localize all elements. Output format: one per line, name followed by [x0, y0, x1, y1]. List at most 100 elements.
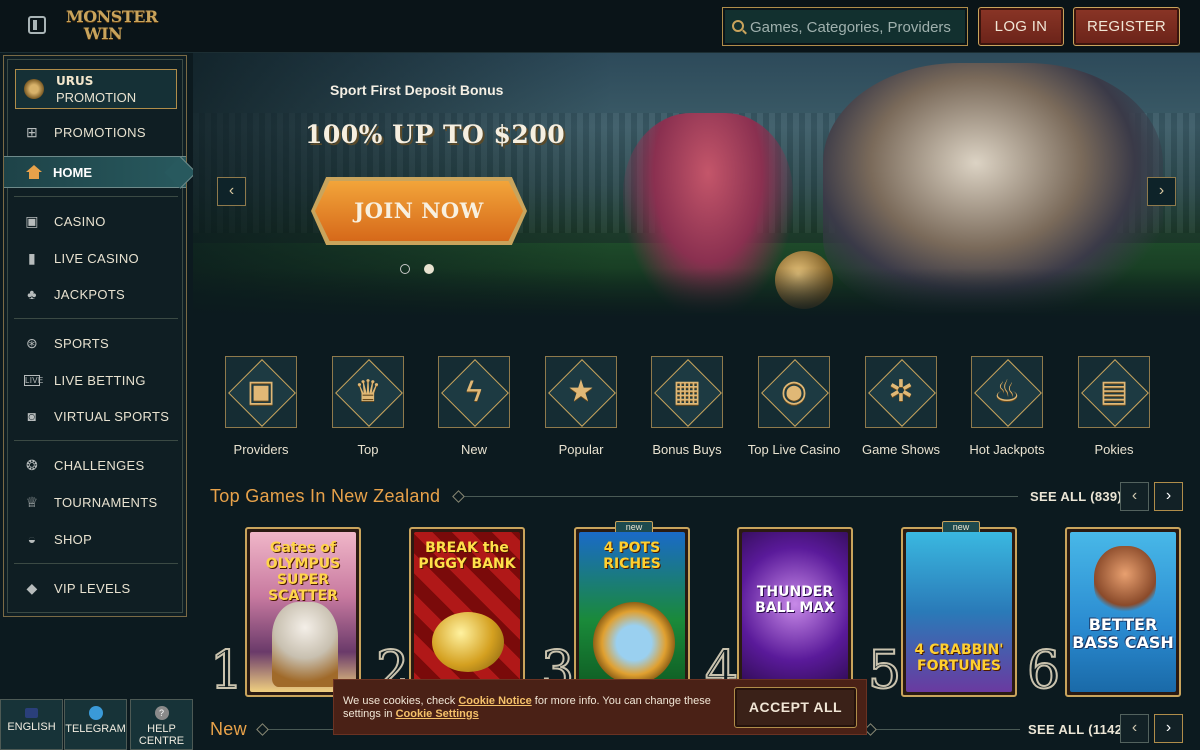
- hero-prev-button[interactable]: ‹: [217, 177, 246, 206]
- hero-subtitle: Sport First Deposit Bonus: [330, 82, 504, 98]
- top-games-title: Top Games In New Zealand: [210, 486, 441, 506]
- game-card-4-pots-riches[interactable]: new 4 POTS RICHES: [574, 521, 690, 697]
- category-hot-jackpots[interactable]: ♨ Hot Jackpots: [969, 356, 1045, 458]
- sidebar: URUS PROMOTION ⊞ PROMOTIONS HOME ▣ CASIN…: [3, 55, 187, 617]
- login-button[interactable]: LOG IN: [978, 7, 1064, 46]
- game-title: BREAK the PIGGY BANK: [418, 540, 516, 572]
- sidebar-divider: [14, 318, 178, 319]
- game-title: Gates of OLYMPUS SUPER SCATTER: [265, 540, 341, 604]
- virtual-icon: ◙: [27, 408, 37, 424]
- language-button[interactable]: ENGLISH: [0, 699, 63, 750]
- telegram-label: TELEGRAM: [65, 723, 126, 735]
- book-icon: ▣: [246, 375, 276, 408]
- category-bonus-buys[interactable]: ▦ Bonus Buys: [651, 356, 723, 458]
- basket-icon: ◒: [27, 531, 37, 547]
- category-new[interactable]: ϟ New: [438, 356, 510, 458]
- ball-icon: ⊛: [25, 335, 39, 351]
- cookie-text: We use cookies, check Cookie Notice for …: [343, 695, 728, 721]
- search-box[interactable]: [722, 7, 968, 46]
- category-game-shows[interactable]: ✲ Game Shows: [862, 356, 940, 458]
- sidebar-toggle-icon[interactable]: [28, 16, 46, 34]
- cookie-text-pre: We use cookies, check: [343, 695, 459, 707]
- brand-line1: MONSTER: [66, 7, 158, 26]
- category-label: Bonus Buys: [652, 442, 722, 457]
- gift-icon: ⊞: [25, 124, 39, 140]
- category-top-live-casino[interactable]: ◉ Top Live Casino: [748, 356, 840, 458]
- sidebar-item-virtual-sports[interactable]: ◙ VIRTUAL SPORTS: [24, 401, 184, 431]
- category-label: Game Shows: [861, 442, 941, 457]
- sidebar-item-vip-levels[interactable]: ◆ VIP LEVELS: [24, 573, 184, 603]
- game-card-break-the-piggy-bank[interactable]: BREAK the PIGGY BANK: [409, 527, 525, 697]
- game-title: 4 POTS RICHES: [603, 540, 661, 572]
- slot-machine-icon: ▣: [25, 213, 39, 229]
- fisherman-figure: [1094, 546, 1156, 616]
- brand-line2: WIN: [83, 24, 123, 43]
- star-icon: ★: [567, 375, 595, 408]
- top-header: MONSTER WIN LOG IN REGISTER: [0, 0, 1200, 53]
- game-title: BETTER BASS CASH: [1072, 615, 1174, 652]
- diamond-icon: ◆: [26, 580, 38, 596]
- sidebar-item-casino[interactable]: ▣ CASINO: [24, 206, 184, 236]
- chip-icon: ◉: [780, 375, 808, 408]
- sidebar-item-promotions[interactable]: ⊞ PROMOTIONS: [24, 117, 184, 147]
- sidebar-item-home[interactable]: HOME: [4, 156, 186, 188]
- sidebar-item-label: LIVE BETTING: [54, 372, 146, 388]
- category-pokies[interactable]: ▤ Pokies: [1078, 356, 1150, 458]
- flame-icon: ♨: [993, 375, 1021, 408]
- telegram-button[interactable]: TELEGRAM: [64, 699, 127, 750]
- sidebar-item-label: SHOP: [54, 531, 93, 547]
- category-providers[interactable]: ▣ Providers: [225, 356, 297, 458]
- sidebar-item-tournaments[interactable]: ♕ TOURNAMENTS: [24, 487, 184, 517]
- hero-bottom-fade: [193, 268, 1200, 318]
- top-games-prev-button[interactable]: ‹: [1120, 482, 1149, 511]
- game-card-better-bass-cash[interactable]: BETTER BASS CASH: [1065, 527, 1181, 697]
- carousel-dot-1[interactable]: [400, 264, 410, 274]
- help-centre-button[interactable]: ? HELP CENTRE: [130, 699, 193, 750]
- bull-icon: [24, 79, 44, 99]
- new-see-all-link[interactable]: SEE ALL (1142): [1028, 722, 1127, 737]
- category-top[interactable]: ♛ Top: [332, 356, 404, 458]
- cookie-notice-link[interactable]: Cookie Notice: [458, 695, 531, 707]
- urus-promotion-banner[interactable]: URUS PROMOTION: [15, 69, 177, 109]
- section-divider: [262, 729, 342, 730]
- sidebar-item-label: CASINO: [54, 213, 106, 229]
- cards-icon: ▮: [27, 250, 36, 266]
- cookie-settings-link[interactable]: Cookie Settings: [396, 708, 479, 720]
- top-games-next-button[interactable]: ›: [1154, 482, 1183, 511]
- game-card-4-crabbin-fortunes[interactable]: new 4 CRABBIN' FORTUNES: [901, 521, 1017, 697]
- category-popular[interactable]: ★ Popular: [545, 356, 617, 458]
- sidebar-item-challenges[interactable]: ❂ CHALLENGES: [24, 450, 184, 480]
- join-now-button[interactable]: JOIN NOW: [315, 181, 523, 241]
- sidebar-item-shop[interactable]: ◒ SHOP: [24, 524, 184, 554]
- new-section-title: New: [210, 719, 247, 739]
- carousel-dot-2[interactable]: [424, 264, 434, 274]
- zeus-figure: [272, 602, 338, 687]
- search-input[interactable]: [750, 14, 960, 40]
- new-prev-button[interactable]: ‹: [1120, 714, 1149, 743]
- new-next-button[interactable]: ›: [1154, 714, 1183, 743]
- hero-next-button[interactable]: ›: [1147, 177, 1176, 206]
- game-card-thunder-ball-max[interactable]: THUNDER BALL MAX: [737, 527, 853, 697]
- sidebar-item-jackpots[interactable]: ♣ JACKPOTS: [24, 279, 184, 309]
- brand-logo[interactable]: MONSTER WIN: [66, 7, 158, 46]
- category-label: Hot Jackpots: [969, 442, 1045, 457]
- hero-title: 100% UP TO $200: [305, 120, 566, 149]
- sidebar-item-label: SPORTS: [54, 335, 110, 351]
- category-label: Top: [357, 442, 379, 457]
- urus-subtitle: PROMOTION: [56, 90, 137, 105]
- sidebar-item-label: TOURNAMENTS: [54, 494, 158, 510]
- sidebar-item-live-casino[interactable]: ▮ LIVE CASINO: [24, 243, 184, 273]
- slot-icon: ▤: [1099, 375, 1129, 408]
- sidebar-item-label: CHALLENGES: [54, 457, 145, 473]
- top-games-see-all-link[interactable]: SEE ALL (839): [1030, 489, 1122, 504]
- game-card-gates-of-olympus[interactable]: Gates of OLYMPUS SUPER SCATTER: [245, 527, 361, 697]
- accept-all-button[interactable]: ACCEPT ALL: [734, 687, 857, 728]
- sidebar-item-label: LIVE CASINO: [54, 250, 139, 266]
- sidebar-item-live-betting[interactable]: LIVE LIVE BETTING: [24, 365, 184, 395]
- sidebar-item-label: VIRTUAL SPORTS: [54, 408, 170, 424]
- category-label: Providers: [233, 442, 289, 457]
- challenge-icon: ❂: [25, 457, 39, 473]
- sidebar-item-sports[interactable]: ⊛ SPORTS: [24, 328, 184, 358]
- crown-icon: ♛: [354, 375, 382, 408]
- register-button[interactable]: REGISTER: [1073, 7, 1180, 46]
